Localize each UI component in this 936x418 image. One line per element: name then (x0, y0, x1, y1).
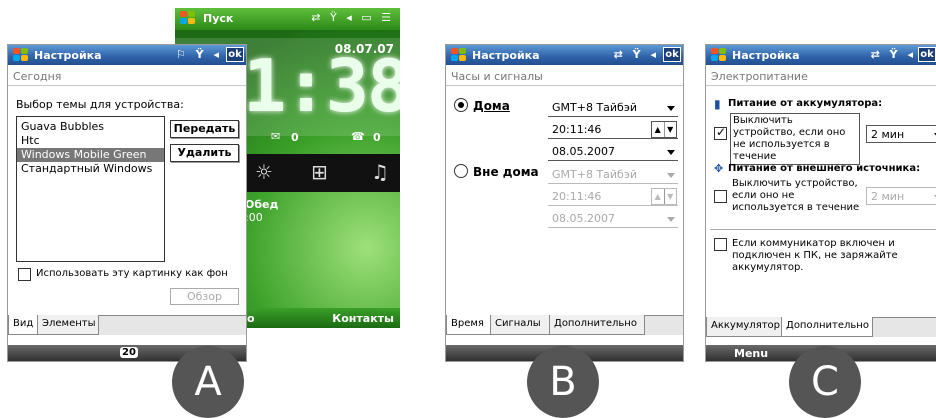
label-c: C (789, 346, 861, 418)
away-label: Вне дома (473, 165, 539, 179)
home-label: Дома (473, 99, 510, 113)
status-icons: ⇄ Ÿ ◂ (613, 48, 659, 61)
label-b: B (527, 346, 599, 418)
title-b: Настройка (472, 49, 540, 62)
away-radio[interactable] (454, 164, 468, 178)
screen-a: Настройка ⚐ Ÿ ◂ ok Сегодня Выбор темы дл… (7, 44, 247, 362)
list-item[interactable]: Guava Bubbles (17, 120, 164, 134)
tab-advanced[interactable]: Дополнительно (781, 317, 873, 337)
tab-bar: Аккумулятор Дополнительно (706, 317, 936, 337)
list-item[interactable]: Стандартный Windows (17, 162, 164, 176)
battery-timeout-select[interactable]: 2 мин (866, 125, 936, 143)
menu-softkey[interactable]: Menu (734, 347, 768, 360)
windows-logo-icon[interactable] (13, 48, 29, 62)
browse-button[interactable]: Обзор (170, 288, 239, 305)
tab-alarms[interactable]: Сигналы (490, 315, 550, 335)
battery-icon: ▮ (714, 97, 721, 111)
calls-icon[interactable]: ☎ (351, 130, 365, 143)
today-clock: 1:38 (243, 44, 400, 128)
status-icons: ⚐ Ÿ ◂ (175, 48, 222, 61)
status-icons: ⇄ Ÿ ◂ ▭ ☰ (311, 11, 394, 24)
list-item-selected[interactable]: Windows Mobile Green (17, 148, 164, 162)
delete-button[interactable]: Удалить (170, 144, 239, 162)
list-item[interactable]: Htc (17, 134, 164, 148)
section-title: Электропитание (706, 66, 936, 86)
titlebar-c: Настройка ⇄ Ÿ ◂ ok (706, 45, 936, 65)
label-a: A (172, 346, 244, 418)
softkey-contacts[interactable]: Контакты (332, 312, 394, 325)
windows-logo-icon[interactable] (180, 11, 196, 25)
home-radio[interactable] (454, 98, 468, 112)
titlebar-a: Настройка ⚐ Ÿ ◂ ok (8, 45, 246, 65)
home-timezone-select[interactable]: GMT+8 Тайбэй (548, 99, 678, 117)
tab-time[interactable]: Время (446, 315, 491, 335)
title-c: Настройка (732, 49, 800, 62)
battery-off-label: Выключить устройство, если оно не исполь… (730, 113, 860, 165)
ok-button[interactable]: ok (918, 47, 936, 62)
screen-b: Настройка ⇄ Ÿ ◂ ok Часы и сигналы Дома G… (445, 44, 684, 362)
tab-bar: Вид Элементы (8, 315, 246, 335)
battery-off-checkbox[interactable] (714, 125, 727, 140)
divider (710, 229, 936, 230)
away-timezone-select[interactable]: GMT+8 Тайбэй (548, 166, 678, 184)
external-off-label: Выключить устройство, если оно не исполь… (732, 178, 860, 213)
no-charge-checkbox[interactable] (714, 238, 727, 251)
theme-prompt: Выбор темы для устройства: (16, 98, 184, 111)
tab-view[interactable]: Вид (8, 315, 38, 335)
tab-battery[interactable]: Аккумулятор (706, 317, 782, 337)
power-plug-icon: ✥ (714, 162, 724, 175)
calls-count: 0 (373, 131, 381, 144)
external-off-checkbox[interactable] (714, 190, 727, 203)
weather-sun-icon[interactable]: ☼ (255, 160, 273, 184)
start-label[interactable]: Пуск (203, 12, 233, 25)
keyboard-badge[interactable]: 20 (120, 347, 138, 358)
tab-items[interactable]: Элементы (37, 315, 99, 335)
section-title: Сегодня (8, 66, 246, 86)
external-timeout-select[interactable]: 2 мин (866, 187, 936, 205)
windows-logo-icon[interactable] (451, 48, 467, 62)
no-charge-label: Если коммуникатор включен и подключен к … (732, 238, 898, 273)
ok-button[interactable]: ok (226, 47, 244, 62)
tab-advanced[interactable]: Дополнительно (549, 315, 645, 335)
screen-c: Настройка ⇄ Ÿ ◂ ok Электропитание ▮ Пита… (705, 44, 936, 362)
home-time-field[interactable]: 20:11:46 ▲ ▼ (548, 121, 678, 139)
messages-count: 0 (291, 131, 299, 144)
tab-bar: Время Сигналы Дополнительно (446, 315, 683, 335)
title-a: Настройка (34, 49, 102, 62)
music-phone-icon[interactable]: ♫ (371, 160, 389, 184)
theme-list[interactable]: Guava Bubbles Htc Windows Mobile Green С… (16, 116, 165, 262)
ok-button[interactable]: ok (663, 47, 681, 62)
softkey-left[interactable]: о (247, 312, 255, 325)
background-checkbox[interactable] (18, 268, 31, 281)
programs-grid-icon[interactable]: ⊞ (311, 160, 328, 184)
windows-logo-icon[interactable] (711, 48, 727, 62)
messages-icon[interactable]: ✉ (271, 130, 280, 143)
today-titlebar: Пуск ⇄ Ÿ ◂ ▭ ☰ (175, 8, 400, 30)
away-date-select[interactable]: 08.05.2007 (548, 210, 678, 228)
section-title: Часы и сигналы (446, 66, 683, 86)
appointment-time: :00 (245, 211, 263, 224)
away-time-field[interactable]: 20:11:46 ▲ ▼ (548, 188, 678, 206)
battery-heading: Питание от аккумулятора: (728, 98, 883, 109)
external-heading: Питание от внешнего источника: (728, 163, 921, 174)
background-checkbox-label: Использовать эту картинку как фон (36, 268, 228, 279)
appointment-title: Обед (245, 198, 279, 211)
home-date-select[interactable]: 08.05.2007 (548, 143, 678, 161)
send-button[interactable]: Передать (170, 120, 239, 138)
status-icons: ⇄ Ÿ ◂ (870, 48, 916, 61)
appointment[interactable]: Обед :00 (245, 198, 278, 224)
titlebar-b: Настройка ⇄ Ÿ ◂ ok (446, 45, 683, 65)
